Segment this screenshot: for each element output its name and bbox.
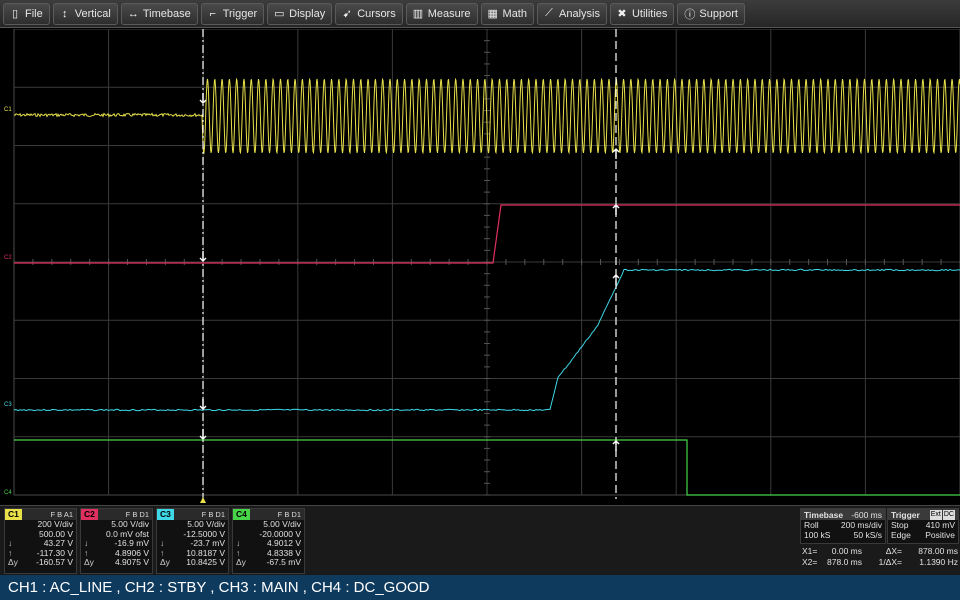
cursor-inv-value: 1.1390 Hz — [919, 557, 958, 567]
c3-marker[interactable]: C3 — [4, 402, 12, 408]
timebase-per-div: 200 ms/div — [840, 520, 882, 530]
channel-label: C2 — [81, 509, 98, 520]
row-value: -67.5 mV — [266, 557, 302, 568]
menu-label: File — [25, 7, 43, 20]
cursor-dx-value: 878.00 ms — [918, 546, 958, 556]
trigger-mode: Stop — [891, 520, 909, 530]
row-symbol: Δy — [8, 557, 18, 568]
menu-file-button[interactable]: ▯ File — [3, 2, 50, 25]
cursor-dx-label: ΔX= — [885, 546, 902, 556]
trigger-slope: Positive — [925, 530, 955, 540]
channel-label: C1 — [5, 509, 22, 520]
timebase-mode: Roll — [804, 520, 819, 530]
c2-marker[interactable]: C2 — [4, 255, 12, 261]
channel-legend-footer: CH1 : AC_LINE , CH2 : STBY , CH3 : MAIN … — [0, 575, 960, 600]
menu-vertical-button[interactable]: ↕ Vertical — [52, 2, 118, 25]
menu-support-button[interactable]: ⓘ Support — [677, 2, 745, 25]
cursor-readout: X1= 0.00 ms ΔX= 878.00 ms X2= 878.0 ms 1… — [802, 546, 958, 568]
menu-trigger-button[interactable]: ⌐ Trigger — [200, 2, 265, 25]
row-value: -160.57 V — [36, 557, 73, 568]
analysis-icon: ⟋ — [545, 7, 553, 19]
cursor-x2-label: X2= — [802, 557, 818, 567]
channel-label: C3 — [157, 509, 174, 520]
menu-bar: ▯ File ↕ Vertical ↔ Timebase ⌐ Trigger ▭ Display ➹… — [0, 0, 960, 28]
menu-math-button[interactable]: ▦ Math — [480, 2, 534, 25]
c1-marker[interactable]: C1 — [4, 107, 12, 113]
cursor-icon: ➹ — [342, 8, 352, 20]
trigger-icon: ⌐ — [209, 7, 216, 20]
measure-icon: ▥ — [412, 8, 424, 20]
menu-label: Display — [289, 7, 326, 20]
row-symbol: Δy — [160, 557, 170, 568]
channel-flags: F B D1 — [277, 509, 301, 519]
menu-label: Vertical — [74, 7, 111, 20]
timebase-rate: 50 kS/s — [853, 530, 882, 540]
trigger-level: 410 mV — [925, 520, 955, 530]
trigger-title: Trigger — [891, 509, 920, 520]
menu-label: Math — [502, 7, 527, 20]
row-symbol: Δy — [84, 557, 94, 568]
document-icon: ▯ — [11, 8, 19, 20]
menu-label: Cursors — [357, 7, 396, 20]
info-panel: C1 F B A1 200 V/div 500.00 V ↓ 43.27 V ↑ -117.3… — [0, 505, 960, 575]
row-value: 10.8425 V — [186, 557, 225, 568]
timebase-samples: 100 kS — [804, 530, 831, 540]
display-icon: ▭ — [274, 8, 285, 20]
channel-flags: F B D1 — [125, 509, 149, 519]
menu-label: Utilities — [631, 7, 668, 20]
channel-c4-box[interactable]: C4 F B D1 5.00 V/div -20.0000 V ↓ 4.9012 V ↑ 4.… — [232, 508, 305, 574]
menu-utilities-button[interactable]: ✖ Utilities — [609, 2, 675, 25]
vertical-arrows-icon: ↕ — [61, 7, 68, 20]
trigger-position-icon — [200, 497, 206, 503]
menu-measure-button[interactable]: ▥ Measure — [405, 2, 478, 25]
c4-marker[interactable]: C4 — [4, 490, 12, 496]
row-symbol: Δy — [236, 557, 246, 568]
channel-label: C4 — [233, 509, 250, 520]
waveform-display[interactable]: C1 C2 C3 C4 — [0, 29, 960, 503]
waveform-canvas — [13, 29, 960, 503]
menu-label: Timebase — [142, 7, 191, 20]
trigger-dc-badge: DC — [942, 509, 955, 520]
timebase-title: Timebase — [804, 509, 844, 520]
timebase-box[interactable]: Timebase -600 ms Roll 200 ms/div 100 kS 50 … — [800, 508, 886, 544]
tools-icon: ✖ — [617, 8, 627, 20]
channel-c1-box[interactable]: C1 F B A1 200 V/div 500.00 V ↓ 43.27 V ↑ -117.3… — [4, 508, 77, 574]
timebase-delay: -600 ms — [851, 509, 882, 520]
horizontal-arrows-icon: ↔ — [127, 7, 139, 20]
cursor-x2-value: 878.0 ms — [827, 557, 862, 567]
trigger-ext-badge: Ext — [929, 509, 942, 520]
menu-label: Trigger — [222, 7, 258, 20]
trigger-box[interactable]: Trigger Ext DC Stop 410 mV Edge Positive — [887, 508, 959, 544]
menu-label: Analysis — [559, 7, 600, 20]
cursor-x1-value: 0.00 ms — [831, 546, 862, 556]
menu-timebase-button[interactable]: ↔ Timebase — [120, 2, 198, 25]
trigger-type: Edge — [891, 530, 911, 540]
row-value: 4.9075 V — [114, 557, 149, 568]
menu-analysis-button[interactable]: ⟋ Analysis — [537, 2, 607, 25]
channel-flags: F B A1 — [50, 509, 73, 519]
menu-label: Measure — [427, 7, 471, 20]
channel-c3-box[interactable]: C3 F B D1 5.00 V/div -12.5000 V ↓ -23.7 mV ↑ 10… — [156, 508, 229, 574]
menu-label: Support — [699, 7, 738, 20]
cursor-x1-label: X1= — [802, 546, 818, 556]
math-icon: ▦ — [487, 8, 498, 20]
menu-display-button[interactable]: ▭ Display — [267, 2, 333, 25]
menu-cursors-button[interactable]: ➹ Cursors — [335, 2, 403, 25]
info-icon: ⓘ — [684, 8, 696, 21]
channel-c2-box[interactable]: C2 F B D1 5.00 V/div 0.0 mV ofst ↓ -16.9 mV ↑ 4… — [80, 508, 153, 574]
channel-flags: F B D1 — [201, 509, 225, 519]
cursor-inv-label: 1/ΔX= — [878, 557, 902, 567]
